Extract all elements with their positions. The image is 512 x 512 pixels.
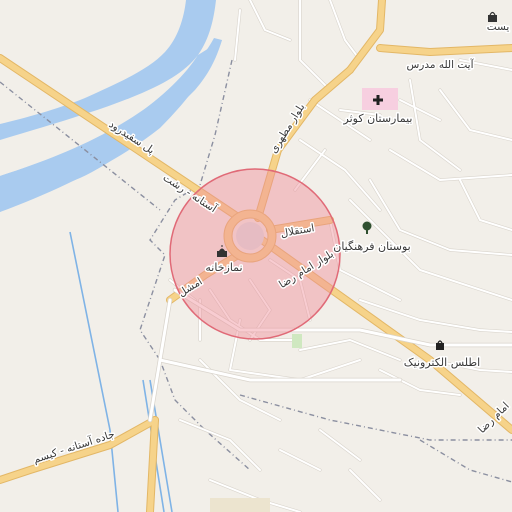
road-label-modares: آیت الله مدرس bbox=[406, 58, 474, 71]
field-patch bbox=[210, 498, 270, 512]
poi-hospital-label: بیمارستان کوثر bbox=[343, 112, 413, 125]
map-view[interactable]: آیت الله مدرس یست بلوار مطهری پل سفیدرود… bbox=[0, 0, 512, 512]
poi-prayer-room-label: نمازخانه bbox=[205, 261, 242, 274]
park-patch bbox=[292, 334, 302, 348]
poi-park-label: بوستان فرهنگیان bbox=[333, 240, 410, 253]
map-canvas[interactable]: آیت الله مدرس یست بلوار مطهری پل سفیدرود… bbox=[0, 0, 512, 512]
poi-shop-label: اطلس الکترونیک bbox=[404, 356, 480, 369]
road-label-top-right: یست bbox=[487, 21, 510, 33]
